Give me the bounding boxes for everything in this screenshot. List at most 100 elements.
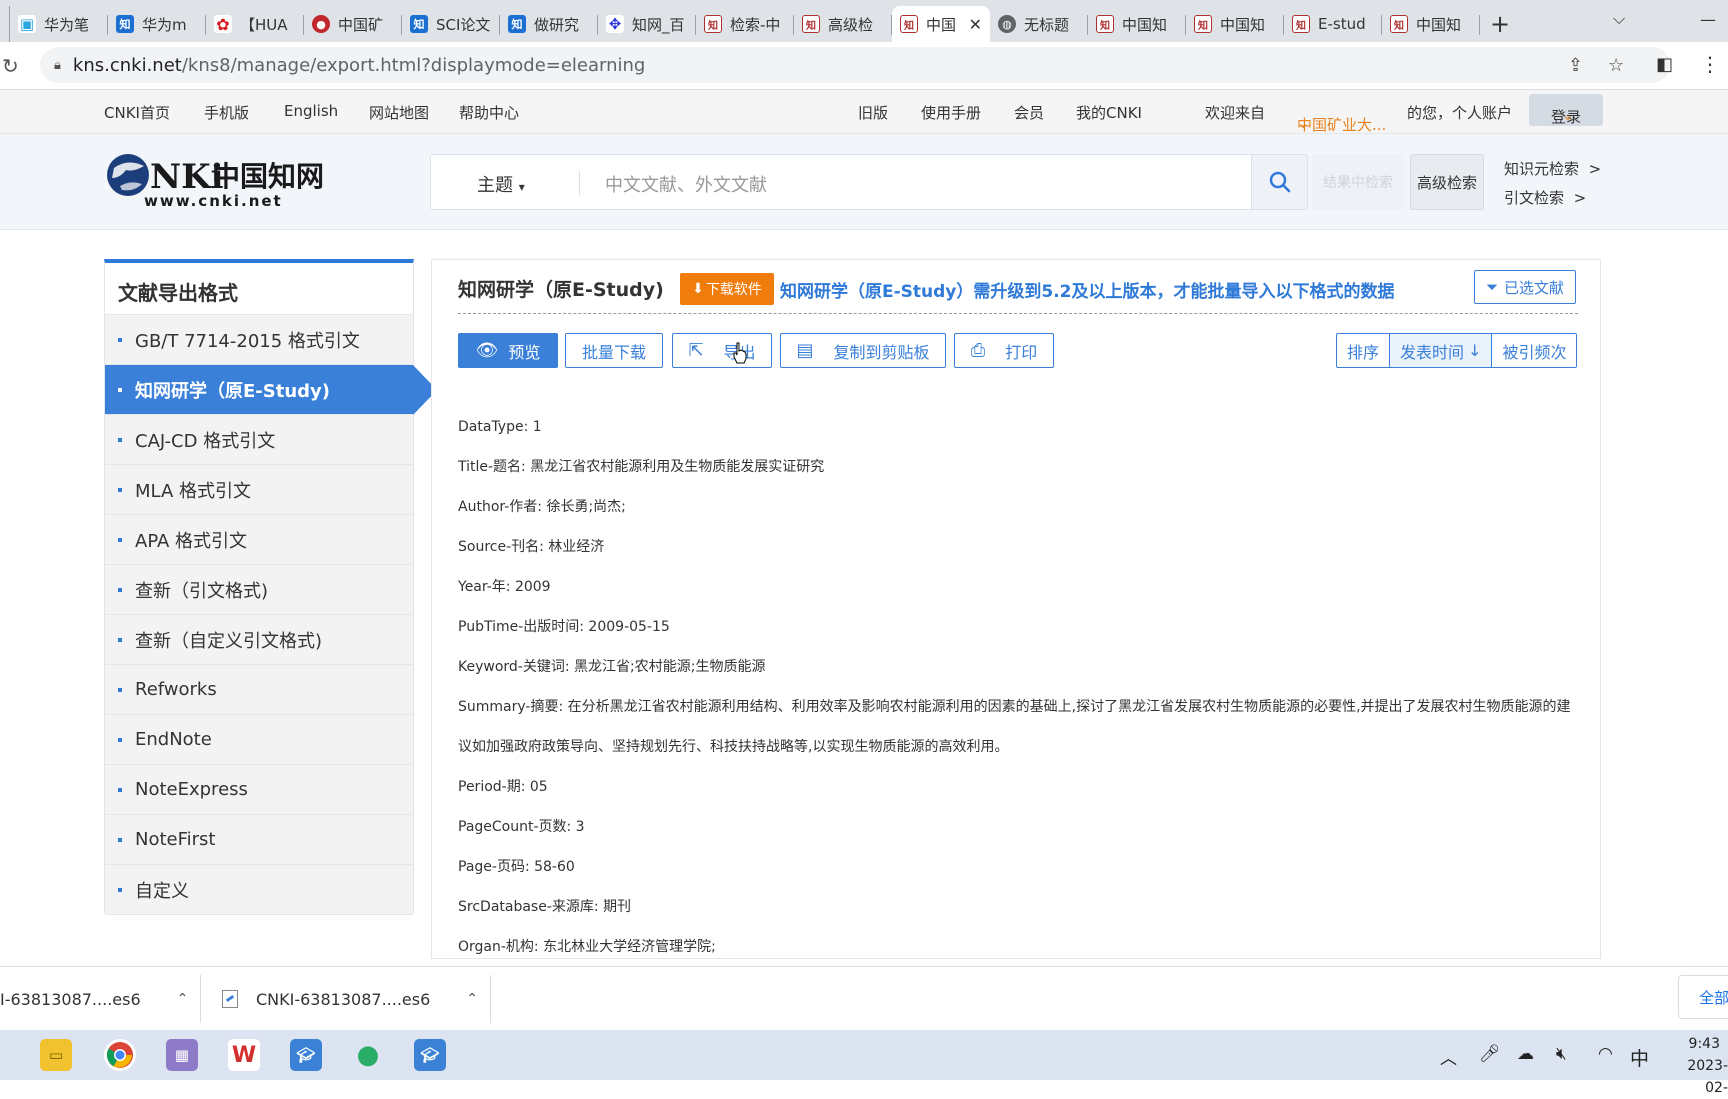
cnki-logo[interactable]: NKi 中国知网 www.cnki.net bbox=[106, 148, 336, 210]
nav-mobile[interactable]: 手机版 bbox=[204, 102, 249, 123]
result-search-button[interactable]: 结果中检索 bbox=[1312, 154, 1404, 210]
nav-cnki-home[interactable]: CNKI首页 bbox=[104, 102, 170, 123]
sidebar-item-cajcd[interactable]: CAJ-CD 格式引文 bbox=[105, 415, 413, 465]
sidebar-item-custom[interactable]: 自定义 bbox=[105, 865, 413, 915]
chevron-up-icon[interactable]: ⌃ bbox=[466, 991, 478, 1007]
browser-tab[interactable]: ◍ 无标题 bbox=[990, 6, 1088, 42]
svg-text:中国知网: 中国知网 bbox=[212, 160, 324, 193]
windows-taskbar: ▭ ▦ W 🎓︎ ● 🎓︎ ︿ 🎤︎ ☁︎ 🔇︎ ◠ 中 9:43 2023-02… bbox=[0, 1030, 1728, 1096]
browser-tab[interactable]: 知中国知 bbox=[1088, 6, 1186, 42]
record-field: Year-年: 2009 bbox=[458, 579, 551, 595]
sort-by-cited[interactable]: 被引频次 bbox=[1491, 334, 1576, 367]
lock-icon[interactable]: 🔒︎ bbox=[54, 58, 61, 73]
sidebar-item-estudy[interactable]: 知网研学（原E-Study) bbox=[105, 365, 437, 415]
nav-help[interactable]: 帮助中心 bbox=[459, 102, 519, 123]
side-panel-icon[interactable]: ◧ bbox=[1656, 54, 1673, 75]
sidebar-item-noteexpress[interactable]: NoteExpress bbox=[105, 765, 413, 815]
preview-button[interactable]: 👁︎ 预览 bbox=[458, 333, 558, 368]
search-button[interactable] bbox=[1251, 155, 1307, 209]
selected-docs-button[interactable]: ⏷ 已选文献 bbox=[1474, 270, 1576, 304]
nav-english[interactable]: English bbox=[284, 102, 338, 120]
microphone-icon[interactable]: 🎤︎ bbox=[1479, 1044, 1501, 1064]
browser-tab[interactable]: 知中国知 bbox=[1382, 6, 1480, 42]
bookmark-star-icon[interactable]: ☆ bbox=[1608, 55, 1624, 76]
browser-tab[interactable]: 知高级检 bbox=[794, 6, 892, 42]
login-button[interactable]: 登录 ⌄ bbox=[1529, 94, 1603, 126]
tray-overflow-chevron-icon[interactable]: ︿ bbox=[1440, 1044, 1457, 1069]
nav-my-cnki[interactable]: 我的CNKI bbox=[1076, 102, 1142, 123]
graduation-cap-icon[interactable]: 🎓︎ bbox=[290, 1039, 322, 1071]
bullet-icon bbox=[118, 837, 122, 842]
browser-tab[interactable]: ▣ 华为笔 bbox=[10, 6, 108, 42]
app-icon[interactable]: ▦ bbox=[166, 1039, 198, 1071]
sidebar-item-novelty-citation[interactable]: 查新（引文格式) bbox=[105, 565, 413, 615]
show-all-downloads-button[interactable]: 全部 bbox=[1678, 975, 1728, 1019]
browser-tab[interactable]: 知做研究 bbox=[500, 6, 598, 42]
knowledge-search-link[interactable]: 知识元检索 > bbox=[1504, 158, 1601, 179]
nav-sitemap[interactable]: 网站地图 bbox=[369, 102, 429, 123]
browser-tab[interactable]: 知检索-中 bbox=[696, 6, 794, 42]
search-type-select[interactable]: 主题 ▾ bbox=[477, 171, 525, 197]
browser-tab[interactable]: 知中国知 bbox=[1186, 6, 1284, 42]
sidebar-item-refworks[interactable]: Refworks bbox=[105, 665, 413, 715]
cnki-icon: 知 bbox=[1096, 15, 1114, 33]
batch-download-button[interactable]: 批量下载 bbox=[565, 333, 663, 368]
onedrive-cloud-icon[interactable]: ☁︎ bbox=[1517, 1044, 1534, 1064]
downloads-bar: I-63813087....es6 ⌃ CNKI-63813087....es6 ⌃… bbox=[0, 966, 1728, 1030]
chrome-icon[interactable] bbox=[104, 1039, 136, 1071]
sidebar-item-endnote[interactable]: EndNote bbox=[105, 715, 413, 765]
browser-tab[interactable]: 知 SCI论文 bbox=[402, 6, 500, 42]
copy-to-clipboard-button[interactable]: ▤ 复制到剪贴板 bbox=[780, 333, 946, 368]
divider bbox=[458, 313, 1578, 314]
system-clock[interactable]: 9:43 2023-02- bbox=[1665, 1033, 1728, 1099]
cnki-icon: 知 bbox=[1390, 15, 1408, 33]
divider bbox=[490, 975, 491, 1023]
download-item[interactable]: CNKI-63813087....es6 ⌃ bbox=[222, 967, 478, 1031]
print-button[interactable]: ⎙ 打印 bbox=[954, 333, 1054, 368]
sidebar-item-gbt7714[interactable]: GB/T 7714-2015 格式引文 bbox=[105, 315, 413, 365]
ime-indicator[interactable]: 中 bbox=[1630, 1044, 1649, 1071]
sort-by-pubtime[interactable]: 发表时间 ↓ bbox=[1389, 334, 1492, 367]
export-button[interactable]: ⇱导出 bbox=[672, 333, 772, 368]
wechat-icon[interactable]: ● bbox=[352, 1039, 384, 1071]
more-menu-icon[interactable]: ⋮ bbox=[1700, 52, 1720, 76]
browser-tab[interactable]: ● 中国矿 bbox=[304, 6, 402, 42]
browser-tab[interactable]: ✿ 【HUA bbox=[206, 6, 304, 42]
graduation-download-icon[interactable]: 🎓︎ bbox=[414, 1039, 446, 1071]
new-tab-plus-icon[interactable]: + bbox=[1480, 6, 1520, 42]
browser-tab[interactable]: 知 E-stud bbox=[1284, 6, 1382, 42]
search-input[interactable]: 中文文献、外文文献 bbox=[605, 171, 767, 197]
file-explorer-icon[interactable]: ▭ bbox=[40, 1039, 72, 1071]
download-software-button[interactable]: ⬇ 下载软件 bbox=[680, 273, 774, 305]
reload-icon[interactable]: ↻ bbox=[0, 54, 28, 78]
browser-tab[interactable]: 知华为m bbox=[108, 6, 206, 42]
share-icon[interactable]: ⇪ bbox=[1568, 55, 1583, 76]
advanced-search-button[interactable]: 高级检索 bbox=[1410, 154, 1484, 210]
sidebar-item-novelty-custom[interactable]: 查新（自定义引文格式) bbox=[105, 615, 413, 665]
chevron-up-icon[interactable]: ⌃ bbox=[177, 991, 189, 1007]
sidebar-title: 文献导出格式 bbox=[105, 263, 413, 315]
wifi-icon[interactable]: ◠ bbox=[1598, 1044, 1613, 1064]
nav-manual[interactable]: 使用手册 bbox=[921, 102, 981, 123]
sidebar-item-mla[interactable]: MLA 格式引文 bbox=[105, 465, 413, 515]
nav-member[interactable]: 会员 bbox=[1014, 102, 1044, 123]
close-tab-icon[interactable]: ✕ bbox=[969, 15, 982, 34]
record-summary: Summary-摘要: 在分析黑龙江省农村能源利用结构、利用效率及影响农村能源利… bbox=[458, 699, 1571, 755]
sidebar-item-apa[interactable]: APA 格式引文 bbox=[105, 515, 413, 565]
zhihu-icon: 知 bbox=[410, 15, 428, 33]
export-format-sidebar: 文献导出格式 GB/T 7714-2015 格式引文 知网研学（原E-Study… bbox=[104, 259, 437, 915]
volume-muted-icon[interactable]: 🔇︎ bbox=[1556, 1044, 1567, 1064]
tab-search-chevron-icon[interactable]: ⌵ bbox=[1613, 4, 1625, 34]
minimize-window-icon[interactable]: — bbox=[1700, 4, 1716, 34]
cnki-header: NKi 中国知网 www.cnki.net 主题 ▾ 中文文献、外文文献 结果中… bbox=[0, 134, 1728, 230]
record-field: PageCount-页数: 3 bbox=[458, 819, 585, 835]
sidebar-item-notefirst[interactable]: NoteFirst bbox=[105, 815, 413, 865]
browser-tab-active[interactable]: 知中国 ✕ bbox=[892, 6, 990, 42]
nav-old-version[interactable]: 旧版 bbox=[858, 102, 888, 123]
printer-icon: ⎙ bbox=[970, 340, 986, 361]
browser-tab[interactable]: ✥ 知网_百 bbox=[598, 6, 696, 42]
url-omnibox[interactable]: 🔒︎ kns.cnki.net/kns8/manage/export.html?… bbox=[40, 47, 1670, 83]
citation-search-link[interactable]: 引文检索 > bbox=[1504, 187, 1586, 208]
download-item[interactable]: I-63813087....es6 ⌃ bbox=[0, 967, 188, 1031]
wps-office-icon[interactable]: W bbox=[228, 1039, 260, 1071]
